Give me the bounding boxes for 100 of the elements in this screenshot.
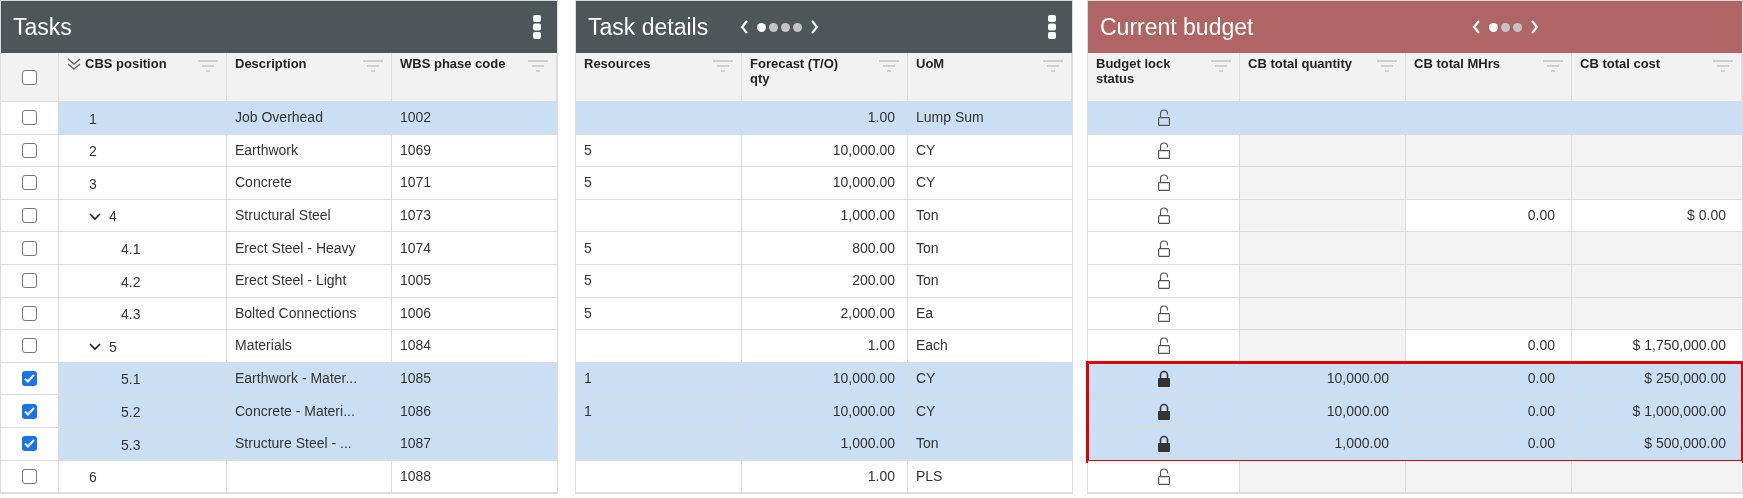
cbs-position: 6 (89, 468, 97, 488)
table-row[interactable]: 1.00 Each (576, 330, 1072, 363)
panel-title: Task details (588, 12, 710, 42)
table-cell-text: 5 (584, 140, 592, 160)
checkbox[interactable] (22, 403, 37, 419)
table-cell-text: 5 (584, 303, 592, 323)
checkbox[interactable] (22, 468, 37, 484)
table-cell-text: PLS (916, 466, 943, 486)
cbs-position: 5 (109, 337, 117, 357)
table-row[interactable]: 5.2 Concrete - Materi... 1086 (1, 395, 557, 428)
menu-icon[interactable] (533, 15, 541, 39)
table-cell-text: 1086 (400, 401, 432, 421)
table-cell-text: Lump Sum (916, 108, 984, 128)
table-cell-text: 5 (584, 238, 592, 258)
cbs-position: 1 (89, 109, 97, 129)
chevron-down-icon[interactable] (89, 212, 101, 221)
table-cell-text: 200.00 (852, 271, 895, 291)
checkbox[interactable] (22, 338, 37, 354)
table-row[interactable]: 1 10,000.00 CY (576, 395, 1072, 428)
table-row[interactable]: 5.3 Structure Steel - ... 1087 (1, 427, 557, 461)
table-cell-text: CY (916, 173, 936, 193)
table-cell-text: 0.00 (1527, 336, 1555, 356)
table-row[interactable]: 1,000.00 Ton (576, 427, 1072, 461)
table-cell-text: 5 (584, 173, 592, 193)
table-cell-text: 1088 (400, 466, 432, 486)
checkbox[interactable] (22, 69, 37, 85)
table-row[interactable]: 4.3 Bolted Connections 1006 (1, 297, 557, 331)
checkbox[interactable] (22, 142, 37, 158)
chevron-right-icon[interactable] (1530, 19, 1539, 35)
checkbox[interactable] (22, 175, 37, 191)
panel-title: Tasks (13, 12, 72, 42)
table-row[interactable]: 5 10,000.00 CY (576, 134, 1072, 168)
table-row[interactable]: 5 200.00 Ton (576, 264, 1072, 298)
table-cell-text: 1071 (400, 173, 432, 193)
table-cell-text: 1005 (400, 271, 432, 291)
cbs-position: 5.2 (121, 402, 141, 422)
table-cell-text: Ea (916, 303, 934, 323)
table-row[interactable]: 10,000.00 0.00 $ 1,000,000.00 (1088, 395, 1742, 428)
table-row[interactable]: 5 Materials 1084 (1, 330, 557, 363)
cbs-position: 5.3 (121, 435, 141, 455)
chevron-right-icon[interactable] (810, 19, 819, 35)
table-row[interactable]: 1.00 Lump Sum (576, 102, 1072, 135)
checkbox[interactable] (22, 208, 37, 224)
chevron-down-icon[interactable] (89, 343, 101, 352)
menu-icon[interactable] (1048, 15, 1056, 39)
checkbox[interactable] (22, 371, 37, 387)
sort-icon[interactable] (67, 58, 81, 70)
chevron-left-icon[interactable] (1472, 19, 1481, 35)
table-cell-text: Materials (235, 336, 292, 356)
table-cell-text: Earthwork (235, 140, 299, 160)
checkbox[interactable] (22, 305, 37, 321)
table-row[interactable]: 1 Job Overhead 1002 (1, 102, 557, 135)
table-row[interactable]: 4.1 Erect Steel - Heavy 1074 (1, 232, 557, 265)
chevron-left-icon[interactable] (740, 19, 749, 35)
column-header: CBS position (85, 56, 167, 71)
table-row[interactable]: 5 800.00 Ton (576, 232, 1072, 265)
table-row[interactable]: 4 Structural Steel 1073 (1, 199, 557, 233)
table-row[interactable]: 1.00 PLS (576, 460, 1072, 494)
table-cell-text: 1074 (400, 238, 432, 258)
checkbox[interactable] (22, 110, 37, 126)
table-cell-text: $ 500,000.00 (1644, 434, 1726, 454)
table-cell-text: Bolted Connections (235, 303, 357, 323)
table-row[interactable]: 3 Concrete 1071 (1, 167, 557, 200)
column-header: Resources (584, 56, 651, 71)
column-header: WBS phase code (400, 56, 506, 71)
table-cell-text: 10,000.00 (832, 369, 895, 389)
table-row[interactable]: 1,000.00 0.00 $ 500,000.00 (1088, 427, 1742, 461)
column-header: Description (235, 56, 307, 71)
cbs-position: 5.1 (121, 370, 141, 390)
table-row[interactable]: 2 Earthwork 1069 (1, 134, 557, 168)
table-cell-text: 1073 (400, 206, 432, 226)
table-row[interactable] (1088, 460, 1742, 494)
table-cell-text: Erect Steel - Heavy (235, 238, 356, 258)
table-cell-text: 0.00 (1527, 369, 1555, 389)
checkbox[interactable] (22, 273, 37, 289)
column-header: Budget lock status (1096, 56, 1172, 86)
table-cell-text: Earthwork - Mater... (235, 369, 358, 389)
table-row[interactable]: 1 10,000.00 CY (576, 362, 1072, 396)
table-cell-text: 1087 (400, 434, 432, 454)
table-row[interactable]: 5 10,000.00 CY (576, 167, 1072, 200)
cbs-position: 4.3 (121, 305, 141, 325)
table-cell-text: Erect Steel - Light (235, 271, 347, 291)
table-cell-text: 10,000.00 (1326, 401, 1389, 421)
table-cell-text: 1085 (400, 369, 432, 389)
table-row[interactable]: 0.00 $ 0.00 (1088, 199, 1742, 233)
checkbox[interactable] (22, 436, 37, 452)
table-cell-text: Structural Steel (235, 206, 331, 226)
table-cell-text: 1 (584, 401, 592, 421)
checkbox[interactable] (22, 240, 37, 256)
table-cell-text: 1006 (400, 303, 432, 323)
table-row[interactable]: 6 1088 (1, 460, 557, 494)
table-cell-text: 10,000.00 (1326, 369, 1389, 389)
table-cell-text: 1069 (400, 140, 432, 160)
table-row[interactable]: 1,000.00 Ton (576, 199, 1072, 233)
column-header: CB total cost (1580, 56, 1661, 71)
table-row[interactable]: 5 2,000.00 Ea (576, 297, 1072, 331)
table-row[interactable]: 4.2 Erect Steel - Light 1005 (1, 264, 557, 298)
table-row[interactable]: 10,000.00 0.00 $ 250,000.00 (1088, 362, 1742, 396)
table-row[interactable]: 5.1 Earthwork - Mater... 1085 (1, 362, 557, 396)
table-cell-text: Ton (916, 434, 939, 454)
